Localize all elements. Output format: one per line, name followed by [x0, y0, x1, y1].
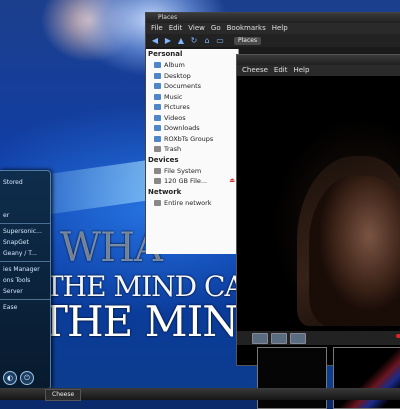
person-face [309, 176, 400, 326]
section-header-personal: Personal [148, 50, 183, 58]
menu-view[interactable]: View [188, 23, 205, 34]
place-item[interactable]: Videos [146, 113, 238, 124]
menu-edit[interactable]: Edit [274, 65, 288, 76]
application-menu-panel: Stored er Supersonic... SnapGet Geany / … [0, 170, 51, 390]
webcam-window: Cheese Edit Help [236, 54, 400, 409]
eject-icon[interactable]: ⏏ [229, 176, 235, 187]
device-label: 120 GB File... [164, 177, 208, 185]
menu-item[interactable] [0, 188, 50, 199]
file-manager-toolbar: ◀ ▶ ▲ ↻ ⌂ ▭ Places [146, 34, 400, 47]
device-label: File System [164, 166, 202, 175]
trash-icon [154, 146, 161, 153]
folder-icon [154, 104, 161, 111]
folder-icon [154, 135, 161, 142]
place-label: Pictures [164, 103, 190, 111]
place-label: Downloads [164, 124, 200, 132]
network-item[interactable]: Entire network [146, 198, 238, 209]
back-icon[interactable]: ◀ [150, 36, 160, 45]
place-item[interactable]: Desktop [146, 71, 238, 82]
network-icon [154, 199, 161, 206]
place-label: Album [164, 61, 185, 69]
menu-cheese[interactable]: Cheese [242, 65, 268, 76]
file-manager-titlebar[interactable]: Places [146, 13, 400, 23]
menu-item[interactable]: Geany / T... [0, 248, 50, 259]
video-mode-icon[interactable] [271, 332, 287, 344]
menu-separator [0, 223, 50, 224]
menu-help[interactable]: Help [272, 23, 288, 34]
folder-icon [154, 62, 161, 69]
menu-separator [0, 299, 50, 300]
menu-item[interactable]: ons Tools [0, 275, 50, 286]
device-item[interactable]: 120 GB File... ⏏ [146, 176, 238, 187]
webcam-titlebar[interactable] [237, 55, 400, 65]
place-item[interactable]: Trash [146, 144, 238, 155]
place-label: Videos [164, 113, 186, 122]
menu-item[interactable]: Server [0, 286, 50, 297]
record-button[interactable] [396, 334, 400, 338]
folder-icon [154, 93, 161, 100]
place-label: ROXbTs Groups [164, 134, 214, 143]
menu-file[interactable]: File [151, 23, 163, 34]
photo-mode-icon[interactable] [252, 332, 268, 344]
folder-icon [154, 114, 161, 121]
menu-item[interactable]: er [0, 210, 50, 221]
place-item[interactable]: Documents [146, 81, 238, 92]
place-label: Trash [164, 145, 182, 153]
folder-icon [154, 72, 161, 79]
menu-item[interactable]: Stored [0, 177, 50, 188]
folder-icon [154, 83, 161, 90]
places-sidebar: Personal Album Desktop Documents Music P… [146, 49, 239, 254]
lock-icon[interactable]: ◐ [3, 371, 17, 385]
place-item[interactable]: ROXbTs Groups [146, 134, 238, 145]
menu-item[interactable]: Ease [0, 302, 50, 313]
burst-mode-icon[interactable] [290, 332, 306, 344]
menu-help[interactable]: Help [293, 65, 309, 76]
path-button[interactable]: Places [234, 36, 262, 45]
thumbnail-strip [257, 347, 400, 409]
folder-icon [154, 125, 161, 132]
place-item[interactable]: Pictures [146, 102, 238, 113]
menu-item[interactable]: ies Manager [0, 264, 50, 275]
menu-item[interactable] [0, 199, 50, 210]
taskbar-task[interactable]: Cheese [45, 389, 82, 401]
place-item[interactable]: Music [146, 92, 238, 103]
forward-icon[interactable]: ▶ [163, 36, 173, 45]
place-label: Desktop [164, 71, 191, 80]
drive-icon [154, 178, 161, 185]
taskbar: Cheese [0, 388, 400, 401]
menu-go[interactable]: Go [211, 23, 221, 34]
power-icon[interactable]: ⏻ [20, 371, 34, 385]
section-header-devices: Devices [148, 155, 179, 164]
menu-separator [0, 261, 50, 262]
place-label: Documents [164, 82, 202, 90]
computer-icon[interactable]: ▭ [215, 36, 225, 45]
menu-item[interactable]: SnapGet [0, 237, 50, 248]
file-manager-menubar: File Edit View Go Bookmarks Help [146, 23, 400, 34]
refresh-icon[interactable]: ↻ [189, 36, 199, 45]
section-header-network: Network [148, 187, 182, 196]
drive-icon [154, 167, 161, 174]
place-item[interactable]: Downloads [146, 123, 238, 134]
up-icon[interactable]: ▲ [176, 36, 186, 45]
device-item[interactable]: File System [146, 166, 238, 177]
webcam-mode-toolbar [237, 331, 400, 345]
menu-bookmarks[interactable]: Bookmarks [227, 23, 266, 34]
webcam-menubar: Cheese Edit Help [237, 65, 400, 76]
menu-item[interactable]: Supersonic... [0, 226, 50, 237]
webcam-preview [237, 76, 400, 331]
place-item[interactable]: Album [146, 60, 238, 71]
menu-edit[interactable]: Edit [169, 23, 183, 34]
place-label: Music [164, 92, 183, 101]
network-label: Entire network [164, 198, 212, 207]
home-icon[interactable]: ⌂ [202, 36, 212, 45]
